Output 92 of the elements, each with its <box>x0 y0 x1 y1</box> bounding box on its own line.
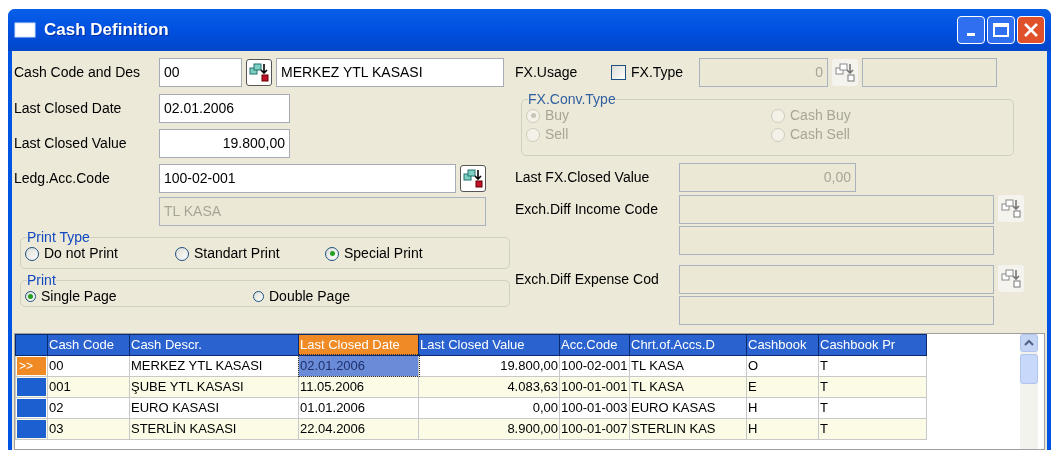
radio-label[interactable]: Single Page <box>41 286 117 307</box>
column-header[interactable]: Last Closed Value <box>418 334 560 355</box>
row-indicator[interactable] <box>17 419 46 438</box>
radio-label: Sell <box>545 125 569 144</box>
table-cell: STERLİN KASASI <box>129 418 299 439</box>
table-cell: 02 <box>47 397 130 418</box>
table-cell: TL KASA <box>629 376 747 397</box>
radio-label: Cash Buy <box>790 106 851 125</box>
table-cell: H <box>746 397 819 418</box>
group-label: Print <box>27 273 56 287</box>
lookup-icon <box>463 169 483 188</box>
field-label: Ledg.Acc.Code <box>14 169 111 188</box>
text-field[interactable]: 100-02-001 <box>159 164 456 193</box>
row-indicator[interactable] <box>17 377 46 396</box>
lookup-icon <box>835 63 855 82</box>
table-cell: T <box>818 418 927 439</box>
window-icon <box>14 21 36 39</box>
lookup-icon <box>1001 199 1021 218</box>
table-cell: 100-02-001 <box>559 355 630 376</box>
table-cell: 01.01.2006 <box>298 397 419 418</box>
text-field: TL KASA <box>159 196 486 226</box>
table-cell: 22.04.2006 <box>298 418 419 439</box>
lookup-button[interactable] <box>460 165 486 192</box>
field-label: Last Closed Value <box>14 134 128 153</box>
scrollbar[interactable] <box>1020 334 1038 449</box>
scroll-up-button[interactable] <box>1020 334 1038 352</box>
column-header[interactable]: Cashbook Pr <box>818 334 927 355</box>
table-cell: 8.900,00 <box>418 418 560 439</box>
radio-button[interactable] <box>25 246 39 261</box>
maximize-button[interactable] <box>987 16 1015 44</box>
field-label: Exch.Diff Expense Cod <box>515 270 660 289</box>
radio-label: Cash Sell <box>790 125 850 144</box>
table-cell: EURO KASAS <box>629 397 747 418</box>
scroll-thumb[interactable] <box>1020 354 1038 384</box>
header-cell <box>15 334 48 355</box>
text-field[interactable]: 00 <box>159 58 242 87</box>
table-cell: 00 <box>47 355 130 376</box>
text-field: 0,00 <box>679 163 856 192</box>
radio-button[interactable] <box>25 291 36 302</box>
radio-button[interactable] <box>325 246 339 261</box>
text-field[interactable]: 19.800,00 <box>159 129 290 158</box>
group-label: FX.Conv.Type <box>528 92 616 106</box>
lookup-button[interactable] <box>246 59 272 86</box>
table-cell: 03 <box>47 418 130 439</box>
table-cell: EURO KASASI <box>129 397 299 418</box>
column-header[interactable]: Chrt.of.Accs.D <box>629 334 747 355</box>
minimize-icon <box>967 33 975 36</box>
column-header[interactable]: Acc.Code <box>559 334 630 355</box>
radio-label[interactable]: Double Page <box>269 286 350 307</box>
text-field: 0 <box>699 58 828 87</box>
close-icon <box>1023 22 1039 38</box>
radio-button[interactable] <box>175 246 189 261</box>
table-cell: 100-01-003 <box>559 397 630 418</box>
column-header[interactable]: Cash Code <box>47 334 130 355</box>
field-label: Exch.Diff Income Code <box>515 200 659 219</box>
table-cell: T <box>818 397 927 418</box>
table-cell: 100-01-001 <box>559 376 630 397</box>
table-cell: H <box>746 418 819 439</box>
table-cell: 001 <box>47 376 130 397</box>
column-header[interactable]: Cash Descr. <box>129 334 299 355</box>
lookup-icon <box>1001 269 1021 288</box>
table-cell: MERKEZ YTL KASASI <box>129 355 299 376</box>
radio-label[interactable]: Standart Print <box>194 243 280 264</box>
field-label: Last FX.Closed Value <box>515 168 651 187</box>
group-label: Print Type <box>27 230 90 244</box>
table-cell: 4.083,63 <box>418 376 560 397</box>
table-cell: 100-01-007 <box>559 418 630 439</box>
text-field[interactable]: MERKEZ YTL KASASI <box>276 58 504 87</box>
table-cell: O <box>746 355 819 376</box>
table-cell: 11.05.2006 <box>298 376 419 397</box>
table-cell: 19.800,00 <box>418 355 560 376</box>
radio-label[interactable]: Special Print <box>344 243 423 264</box>
table-cell: 0,00 <box>418 397 560 418</box>
close-button[interactable] <box>1017 16 1045 44</box>
lookup-icon <box>249 63 269 82</box>
table-cell: E <box>746 376 819 397</box>
table-cell: STERLIN KAS <box>629 418 747 439</box>
maximize-icon <box>993 23 1009 37</box>
field-label: FX.Usage <box>515 63 579 82</box>
window-title: Cash Definition <box>44 19 170 42</box>
radio-label: Buy <box>545 107 570 125</box>
row-indicator[interactable] <box>17 398 46 417</box>
text-field[interactable]: 02.01.2006 <box>159 94 290 123</box>
table-cell: ŞUBE YTL KASASI <box>129 376 299 397</box>
field-label: Last Closed Date <box>14 99 123 118</box>
table-cell: T <box>818 355 927 376</box>
table-cell: TL KASA <box>629 355 747 376</box>
minimize-button[interactable] <box>957 16 985 44</box>
radio-button[interactable] <box>253 291 264 302</box>
column-header[interactable]: Cashbook <box>746 334 819 355</box>
field-label: Cash Code and Des <box>14 63 142 82</box>
table-cell: T <box>818 376 927 397</box>
